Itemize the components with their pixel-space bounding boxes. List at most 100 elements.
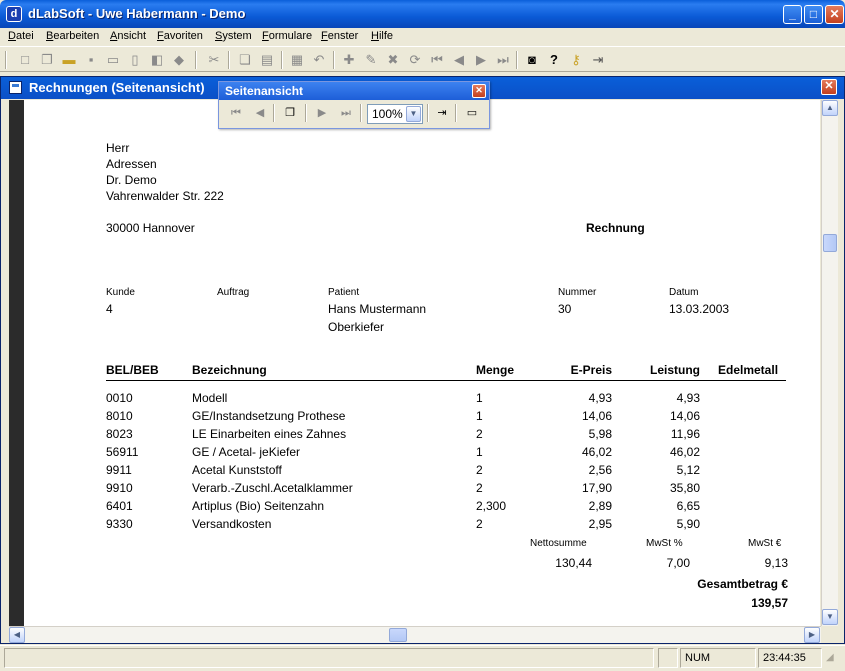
row-cell-leistung: 11,96 bbox=[670, 427, 700, 441]
print-icon[interactable]: ▭ bbox=[463, 104, 481, 122]
menu-favoriten[interactable]: Favoriten bbox=[157, 30, 203, 42]
col-bel: BEL/BEB bbox=[106, 363, 159, 377]
exit-icon[interactable]: ⇥ bbox=[589, 51, 607, 69]
status-time: 23:44:35 bbox=[758, 648, 822, 668]
next-page-icon[interactable]: ▶ bbox=[313, 104, 331, 122]
app-title: dLabSoft - Uwe Habermann - Demo bbox=[28, 6, 246, 21]
row-cell-epreis: 4,93 bbox=[588, 391, 612, 405]
keys-icon[interactable]: ⚷ bbox=[567, 51, 585, 69]
cut-icon[interactable]: ✂ bbox=[205, 51, 223, 69]
col-leistung: Leistung bbox=[650, 363, 700, 377]
label-patient: Patient bbox=[328, 287, 360, 298]
scroll-up-icon[interactable]: ▲ bbox=[822, 100, 838, 116]
menu-hilfe[interactable]: Hilfe bbox=[371, 30, 393, 42]
row-cell-leistung: 4,93 bbox=[676, 391, 700, 405]
form-icon[interactable]: ▦ bbox=[288, 51, 306, 69]
scroll-right-icon[interactable]: ▶ bbox=[804, 627, 820, 643]
copy-doc-icon[interactable]: ❐ bbox=[38, 51, 56, 69]
preview-toolbar: Seitenansicht ✕ ⏮ ◀ ❐ ▶ ⏭ 100% ▼ ⇥ ▭ bbox=[218, 81, 490, 129]
zoom-value: 100% bbox=[372, 107, 403, 121]
row-cell-epreis: 17,90 bbox=[581, 481, 612, 495]
child-close-button[interactable]: ✕ bbox=[821, 79, 837, 95]
row-cell-epreis: 14,06 bbox=[581, 409, 612, 423]
status-message bbox=[4, 648, 654, 668]
refresh-record-icon[interactable]: ⟳ bbox=[406, 51, 424, 69]
row-cell-bez: LE Einarbeiten eines Zahnes bbox=[192, 427, 347, 441]
resize-grip-icon[interactable]: ◢ bbox=[826, 652, 840, 666]
preview-toolbar-close-button[interactable]: ✕ bbox=[472, 84, 486, 98]
value-patient-jaw: Oberkiefer bbox=[328, 320, 385, 334]
minimize-button[interactable]: _ bbox=[783, 5, 802, 24]
toolbar-grip bbox=[5, 51, 7, 69]
menu-system[interactable]: System bbox=[215, 30, 252, 42]
undo-icon[interactable]: ↶ bbox=[310, 51, 328, 69]
vertical-scroll-thumb[interactable] bbox=[823, 234, 837, 252]
last-record-icon[interactable]: ⏭ bbox=[494, 51, 512, 69]
maximize-button[interactable]: □ bbox=[804, 5, 823, 24]
chevron-down-icon[interactable]: ▼ bbox=[406, 106, 421, 122]
export-icon[interactable]: ◧ bbox=[148, 51, 166, 69]
status-bar: NUM 23:44:35 ◢ bbox=[0, 645, 845, 671]
horizontal-scrollbar[interactable]: ◀ ▶ bbox=[9, 626, 821, 643]
new-icon[interactable]: □ bbox=[16, 51, 34, 69]
paste-icon[interactable]: ▤ bbox=[258, 51, 276, 69]
vertical-scrollbar[interactable]: ▲ ▼ bbox=[821, 100, 838, 626]
row-cell-menge: 2 bbox=[476, 463, 483, 477]
row-cell-bel: 9910 bbox=[106, 481, 133, 495]
menu-datei[interactable]: Datei bbox=[8, 30, 34, 42]
menu-ansicht[interactable]: Ansicht bbox=[110, 30, 146, 42]
print-icon[interactable]: ▭ bbox=[104, 51, 122, 69]
first-record-icon[interactable]: ⏮ bbox=[428, 51, 446, 69]
row-cell-bez: Verarb.-Zuschl.Acetalklammer bbox=[192, 481, 353, 495]
label-datum: Datum bbox=[669, 287, 699, 298]
col-menge: Menge bbox=[476, 363, 515, 377]
row-cell-bel: 8023 bbox=[106, 427, 133, 441]
menu-formulare[interactable]: Formulare bbox=[262, 30, 312, 42]
close-button[interactable]: ✕ bbox=[825, 5, 844, 24]
row-cell-menge: 2 bbox=[476, 427, 483, 441]
insert-record-icon[interactable]: ✚ bbox=[340, 51, 358, 69]
last-page-icon[interactable]: ⏭ bbox=[337, 104, 355, 122]
address-line: Herr bbox=[106, 141, 130, 155]
child-window: Rechnungen (Seitenansicht) ✕ Herr Adress… bbox=[0, 76, 845, 644]
value-kunde: 4 bbox=[106, 302, 113, 316]
label-gesamtbetrag: Gesamtbetrag € bbox=[697, 577, 788, 591]
label-mwst-eur: MwSt € bbox=[748, 538, 782, 549]
edit-record-icon[interactable]: ✎ bbox=[362, 51, 380, 69]
open-folder-icon[interactable]: ▬ bbox=[60, 51, 78, 69]
row-cell-epreis: 5,98 bbox=[588, 427, 612, 441]
value-datum: 13.03.2003 bbox=[669, 302, 730, 316]
row-cell-epreis: 2,89 bbox=[588, 499, 612, 513]
next-record-icon[interactable]: ▶ bbox=[472, 51, 490, 69]
value-netto: 130,44 bbox=[555, 556, 592, 570]
first-page-icon[interactable]: ⏮ bbox=[227, 104, 245, 122]
save-icon[interactable]: ▪ bbox=[82, 51, 100, 69]
value-patient: Hans Mustermann bbox=[328, 302, 427, 316]
multi-page-icon[interactable]: ❐ bbox=[281, 104, 299, 122]
child-title: Rechnungen (Seitenansicht) bbox=[29, 80, 205, 95]
zoom-select[interactable]: 100% ▼ bbox=[367, 104, 423, 124]
print-preview-icon[interactable]: ▯ bbox=[126, 51, 144, 69]
row-cell-leistung: 14,06 bbox=[669, 409, 700, 423]
horizontal-scroll-thumb[interactable] bbox=[389, 628, 407, 642]
row-cell-bez: GE/Instandsetzung Prothese bbox=[192, 409, 346, 423]
delete-record-icon[interactable]: ✖ bbox=[384, 51, 402, 69]
row-cell-bez: Versandkosten bbox=[192, 517, 272, 531]
package-icon[interactable]: ◆ bbox=[170, 51, 188, 69]
row-cell-bel: 0010 bbox=[106, 391, 133, 405]
preview-toolbar-titlebar[interactable]: Seitenansicht bbox=[219, 82, 489, 100]
prev-record-icon[interactable]: ◀ bbox=[450, 51, 468, 69]
scroll-left-icon[interactable]: ◀ bbox=[9, 627, 25, 643]
menu-fenster[interactable]: Fenster bbox=[321, 30, 358, 42]
camera-icon[interactable]: ◙ bbox=[523, 51, 541, 69]
help-icon[interactable]: ? bbox=[545, 51, 563, 69]
prev-page-icon[interactable]: ◀ bbox=[251, 104, 269, 122]
menu-bearbeiten[interactable]: Bearbeiten bbox=[46, 30, 99, 42]
header-rule bbox=[106, 380, 786, 381]
scroll-down-icon[interactable]: ▼ bbox=[822, 609, 838, 625]
exit-preview-icon[interactable]: ⇥ bbox=[433, 104, 451, 122]
col-epreis: E-Preis bbox=[570, 363, 612, 377]
app-titlebar[interactable]: d dLabSoft - Uwe Habermann - Demo _ □ ✕ bbox=[0, 0, 845, 28]
label-mwst-pct: MwSt % bbox=[646, 538, 683, 549]
copy-icon[interactable]: ❏ bbox=[236, 51, 254, 69]
